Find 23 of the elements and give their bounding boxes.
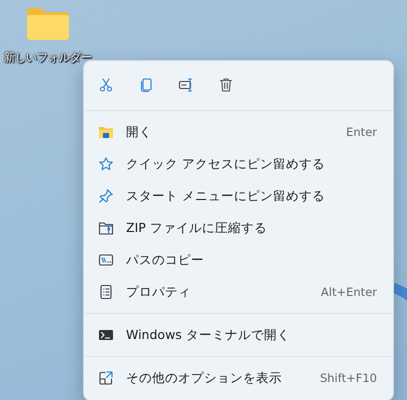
copy-icon (138, 77, 154, 93)
cut-icon (98, 77, 114, 93)
shortcut-text: Shift+F10 (320, 371, 377, 385)
folder-icon (98, 124, 114, 140)
properties-icon (98, 284, 114, 300)
shortcut-text: Enter (346, 125, 377, 139)
zip-folder-icon (98, 220, 114, 236)
rename-icon (178, 77, 194, 93)
path-icon (98, 252, 114, 268)
trash-icon (218, 77, 234, 93)
menu-item[interactable]: ZIP ファイルに圧縮する (88, 212, 389, 244)
star-icon (98, 156, 114, 172)
open-external-icon (98, 370, 114, 386)
terminal-icon (98, 327, 114, 343)
pin-icon (98, 188, 114, 204)
menu-item[interactable]: Windows ターミナルで開く (88, 319, 389, 351)
menu-item[interactable]: パスのコピー (88, 244, 389, 276)
menu-item[interactable]: スタート メニューにピン留めする (88, 180, 389, 212)
menu-item[interactable]: その他のオプションを表示 Shift+F10 (88, 362, 389, 394)
menu-item[interactable]: クイック アクセスにピン留めする (88, 148, 389, 180)
shortcut-text: Alt+Enter (320, 285, 377, 299)
menu-item[interactable]: プロパティ Alt+Enter (88, 276, 389, 308)
menu-item[interactable]: 開く Enter (88, 116, 389, 148)
